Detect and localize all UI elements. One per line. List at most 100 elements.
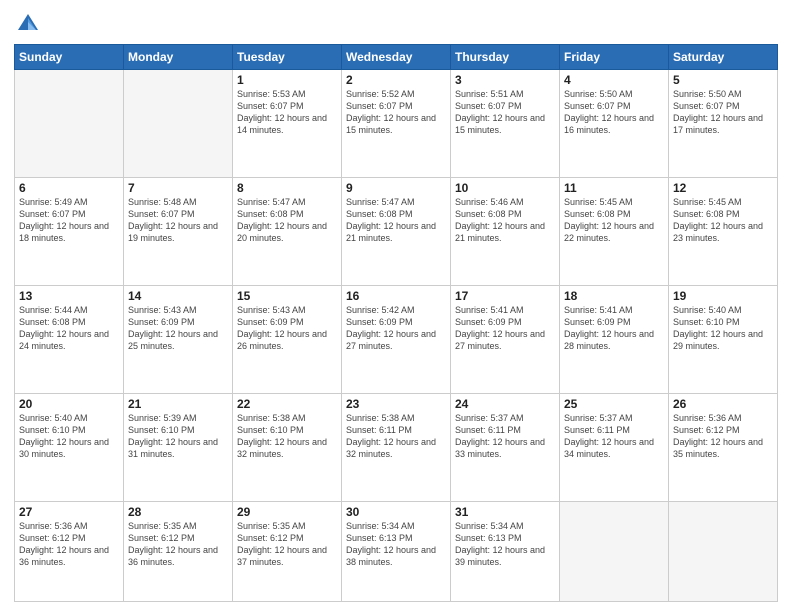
calendar-cell — [669, 501, 778, 601]
page: SundayMondayTuesdayWednesdayThursdayFrid… — [0, 0, 792, 612]
calendar-header-wednesday: Wednesday — [342, 45, 451, 70]
calendar-header-saturday: Saturday — [669, 45, 778, 70]
calendar-header-sunday: Sunday — [15, 45, 124, 70]
day-number: 20 — [19, 397, 119, 411]
day-info: Sunrise: 5:36 AMSunset: 6:12 PMDaylight:… — [673, 412, 773, 461]
day-number: 11 — [564, 181, 664, 195]
day-number: 5 — [673, 73, 773, 87]
day-number: 25 — [564, 397, 664, 411]
day-info: Sunrise: 5:39 AMSunset: 6:10 PMDaylight:… — [128, 412, 228, 461]
day-info: Sunrise: 5:50 AMSunset: 6:07 PMDaylight:… — [564, 88, 664, 137]
day-number: 6 — [19, 181, 119, 195]
calendar-cell: 15Sunrise: 5:43 AMSunset: 6:09 PMDayligh… — [233, 285, 342, 393]
day-info: Sunrise: 5:42 AMSunset: 6:09 PMDaylight:… — [346, 304, 446, 353]
calendar-cell: 16Sunrise: 5:42 AMSunset: 6:09 PMDayligh… — [342, 285, 451, 393]
day-info: Sunrise: 5:34 AMSunset: 6:13 PMDaylight:… — [455, 520, 555, 569]
day-number: 21 — [128, 397, 228, 411]
day-info: Sunrise: 5:41 AMSunset: 6:09 PMDaylight:… — [455, 304, 555, 353]
calendar-cell — [124, 70, 233, 178]
day-info: Sunrise: 5:47 AMSunset: 6:08 PMDaylight:… — [237, 196, 337, 245]
day-info: Sunrise: 5:37 AMSunset: 6:11 PMDaylight:… — [564, 412, 664, 461]
day-number: 10 — [455, 181, 555, 195]
day-info: Sunrise: 5:45 AMSunset: 6:08 PMDaylight:… — [673, 196, 773, 245]
calendar-header-thursday: Thursday — [451, 45, 560, 70]
day-info: Sunrise: 5:43 AMSunset: 6:09 PMDaylight:… — [237, 304, 337, 353]
day-info: Sunrise: 5:45 AMSunset: 6:08 PMDaylight:… — [564, 196, 664, 245]
calendar-cell: 31Sunrise: 5:34 AMSunset: 6:13 PMDayligh… — [451, 501, 560, 601]
day-info: Sunrise: 5:40 AMSunset: 6:10 PMDaylight:… — [19, 412, 119, 461]
calendar-cell: 10Sunrise: 5:46 AMSunset: 6:08 PMDayligh… — [451, 177, 560, 285]
calendar-cell — [15, 70, 124, 178]
day-info: Sunrise: 5:41 AMSunset: 6:09 PMDaylight:… — [564, 304, 664, 353]
calendar-cell: 20Sunrise: 5:40 AMSunset: 6:10 PMDayligh… — [15, 393, 124, 501]
calendar: SundayMondayTuesdayWednesdayThursdayFrid… — [14, 44, 778, 602]
day-info: Sunrise: 5:34 AMSunset: 6:13 PMDaylight:… — [346, 520, 446, 569]
day-info: Sunrise: 5:37 AMSunset: 6:11 PMDaylight:… — [455, 412, 555, 461]
calendar-cell: 4Sunrise: 5:50 AMSunset: 6:07 PMDaylight… — [560, 70, 669, 178]
calendar-cell: 27Sunrise: 5:36 AMSunset: 6:12 PMDayligh… — [15, 501, 124, 601]
calendar-cell: 26Sunrise: 5:36 AMSunset: 6:12 PMDayligh… — [669, 393, 778, 501]
day-info: Sunrise: 5:52 AMSunset: 6:07 PMDaylight:… — [346, 88, 446, 137]
day-info: Sunrise: 5:51 AMSunset: 6:07 PMDaylight:… — [455, 88, 555, 137]
calendar-cell: 11Sunrise: 5:45 AMSunset: 6:08 PMDayligh… — [560, 177, 669, 285]
day-number: 16 — [346, 289, 446, 303]
day-info: Sunrise: 5:35 AMSunset: 6:12 PMDaylight:… — [237, 520, 337, 569]
general-blue-icon — [14, 10, 42, 38]
day-number: 19 — [673, 289, 773, 303]
day-info: Sunrise: 5:44 AMSunset: 6:08 PMDaylight:… — [19, 304, 119, 353]
day-number: 12 — [673, 181, 773, 195]
calendar-cell: 19Sunrise: 5:40 AMSunset: 6:10 PMDayligh… — [669, 285, 778, 393]
day-number: 28 — [128, 505, 228, 519]
day-info: Sunrise: 5:47 AMSunset: 6:08 PMDaylight:… — [346, 196, 446, 245]
calendar-cell: 8Sunrise: 5:47 AMSunset: 6:08 PMDaylight… — [233, 177, 342, 285]
calendar-cell: 22Sunrise: 5:38 AMSunset: 6:10 PMDayligh… — [233, 393, 342, 501]
day-number: 1 — [237, 73, 337, 87]
calendar-cell: 30Sunrise: 5:34 AMSunset: 6:13 PMDayligh… — [342, 501, 451, 601]
calendar-cell: 28Sunrise: 5:35 AMSunset: 6:12 PMDayligh… — [124, 501, 233, 601]
day-number: 15 — [237, 289, 337, 303]
header — [14, 10, 778, 38]
day-number: 30 — [346, 505, 446, 519]
calendar-cell: 14Sunrise: 5:43 AMSunset: 6:09 PMDayligh… — [124, 285, 233, 393]
calendar-header-friday: Friday — [560, 45, 669, 70]
day-number: 23 — [346, 397, 446, 411]
calendar-week-3: 13Sunrise: 5:44 AMSunset: 6:08 PMDayligh… — [15, 285, 778, 393]
day-info: Sunrise: 5:40 AMSunset: 6:10 PMDaylight:… — [673, 304, 773, 353]
day-number: 18 — [564, 289, 664, 303]
day-number: 8 — [237, 181, 337, 195]
calendar-header-row: SundayMondayTuesdayWednesdayThursdayFrid… — [15, 45, 778, 70]
calendar-cell: 5Sunrise: 5:50 AMSunset: 6:07 PMDaylight… — [669, 70, 778, 178]
day-number: 9 — [346, 181, 446, 195]
day-number: 17 — [455, 289, 555, 303]
day-info: Sunrise: 5:43 AMSunset: 6:09 PMDaylight:… — [128, 304, 228, 353]
day-number: 24 — [455, 397, 555, 411]
calendar-cell: 17Sunrise: 5:41 AMSunset: 6:09 PMDayligh… — [451, 285, 560, 393]
calendar-cell: 6Sunrise: 5:49 AMSunset: 6:07 PMDaylight… — [15, 177, 124, 285]
calendar-week-1: 1Sunrise: 5:53 AMSunset: 6:07 PMDaylight… — [15, 70, 778, 178]
day-info: Sunrise: 5:48 AMSunset: 6:07 PMDaylight:… — [128, 196, 228, 245]
calendar-week-2: 6Sunrise: 5:49 AMSunset: 6:07 PMDaylight… — [15, 177, 778, 285]
day-number: 22 — [237, 397, 337, 411]
day-number: 13 — [19, 289, 119, 303]
calendar-cell: 13Sunrise: 5:44 AMSunset: 6:08 PMDayligh… — [15, 285, 124, 393]
calendar-cell: 25Sunrise: 5:37 AMSunset: 6:11 PMDayligh… — [560, 393, 669, 501]
day-number: 3 — [455, 73, 555, 87]
day-number: 7 — [128, 181, 228, 195]
calendar-cell: 2Sunrise: 5:52 AMSunset: 6:07 PMDaylight… — [342, 70, 451, 178]
day-number: 27 — [19, 505, 119, 519]
calendar-week-5: 27Sunrise: 5:36 AMSunset: 6:12 PMDayligh… — [15, 501, 778, 601]
calendar-cell: 21Sunrise: 5:39 AMSunset: 6:10 PMDayligh… — [124, 393, 233, 501]
day-info: Sunrise: 5:46 AMSunset: 6:08 PMDaylight:… — [455, 196, 555, 245]
calendar-header-monday: Monday — [124, 45, 233, 70]
day-info: Sunrise: 5:38 AMSunset: 6:10 PMDaylight:… — [237, 412, 337, 461]
calendar-cell: 24Sunrise: 5:37 AMSunset: 6:11 PMDayligh… — [451, 393, 560, 501]
day-number: 2 — [346, 73, 446, 87]
day-number: 31 — [455, 505, 555, 519]
day-number: 26 — [673, 397, 773, 411]
day-info: Sunrise: 5:53 AMSunset: 6:07 PMDaylight:… — [237, 88, 337, 137]
day-number: 14 — [128, 289, 228, 303]
calendar-cell: 3Sunrise: 5:51 AMSunset: 6:07 PMDaylight… — [451, 70, 560, 178]
calendar-cell: 29Sunrise: 5:35 AMSunset: 6:12 PMDayligh… — [233, 501, 342, 601]
calendar-cell — [560, 501, 669, 601]
calendar-cell: 9Sunrise: 5:47 AMSunset: 6:08 PMDaylight… — [342, 177, 451, 285]
